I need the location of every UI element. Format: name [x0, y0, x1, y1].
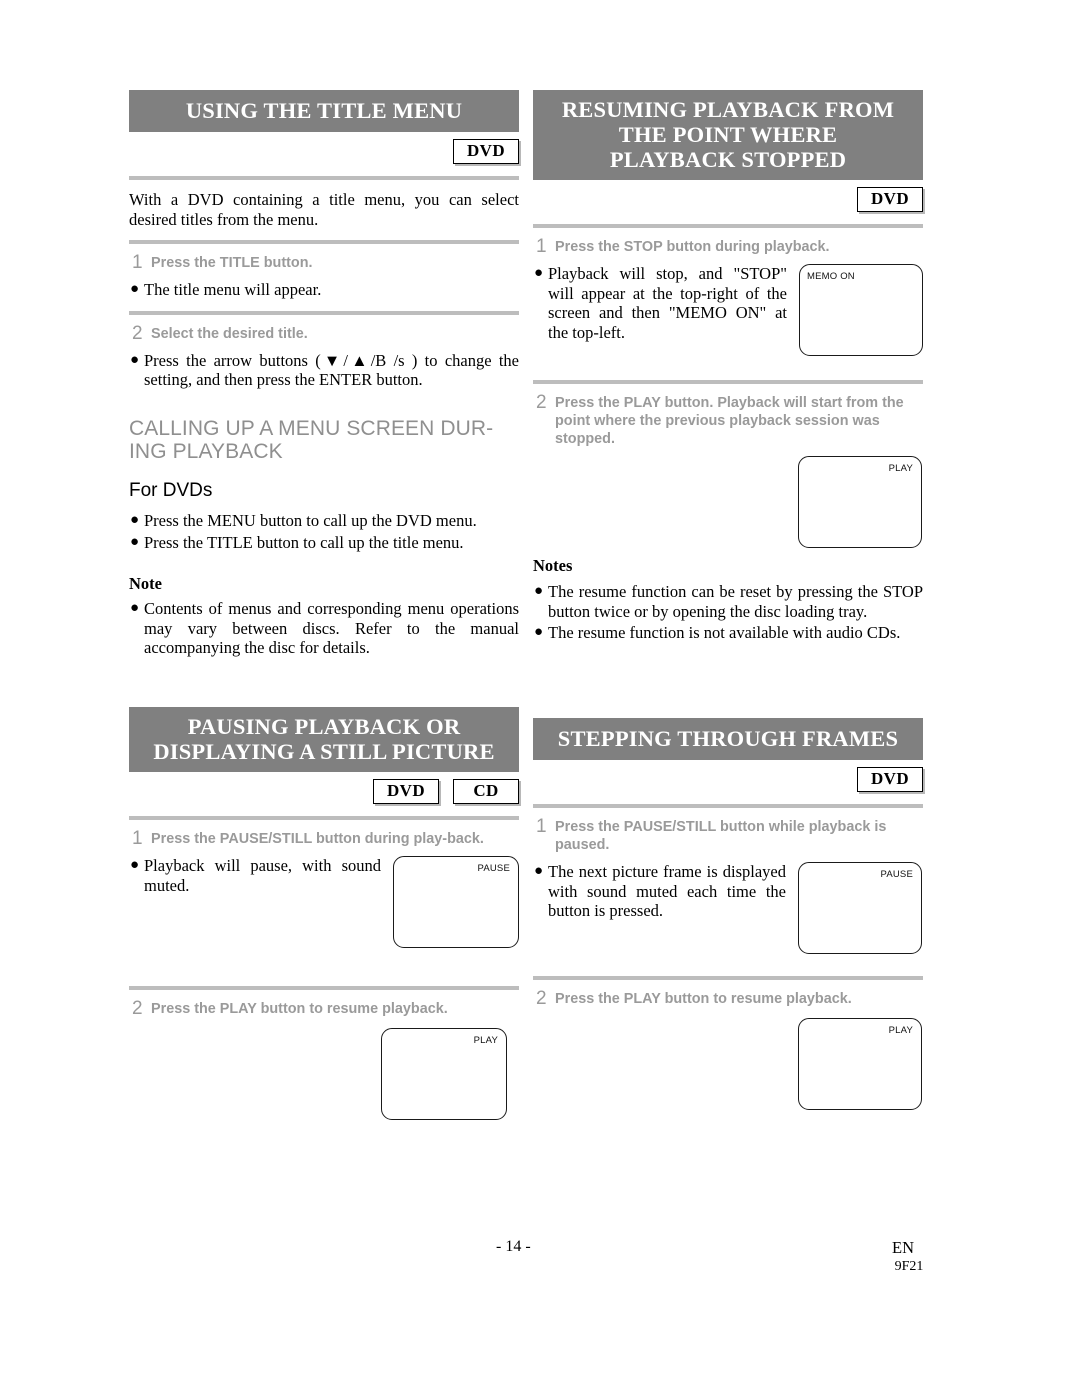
section-heading-pausing: PAUSING PLAYBACK OR DISPLAYING A STILL P… — [129, 707, 519, 772]
badge-dvd: DVD — [373, 779, 439, 804]
step-1-stepping-body: PAUSE ● The next picture frame is displa… — [533, 862, 923, 954]
language-code: EN — [892, 1238, 914, 1257]
bullet-dot: ● — [534, 583, 544, 599]
bullet-item: ● The resume function is not available w… — [534, 623, 901, 642]
step-2-resuming-body: PLAY — [533, 456, 923, 548]
bullet-item: ● Contents of menus and corresponding me… — [130, 599, 519, 657]
tv-screen-label: PAUSE — [477, 863, 510, 874]
section-pausing-playback: PAUSING PLAYBACK OR DISPLAYING A STILL P… — [129, 707, 519, 1120]
badge-row-resuming: DVD — [533, 187, 923, 213]
step-number: 2 — [132, 998, 143, 1019]
badge-dvd: DVD — [453, 139, 519, 164]
divider — [533, 224, 923, 228]
page-number: - 14 - — [496, 1238, 531, 1255]
manual-page: USING THE TITLE MENU DVD With a DVD cont… — [0, 0, 1080, 1397]
step-text: Press the STOP button during playback. — [555, 239, 830, 255]
bullet-item: ● The title menu will appear. — [130, 280, 322, 299]
divider — [129, 176, 519, 180]
part-number: 9F21 — [894, 1259, 924, 1274]
bullet-dot: ● — [130, 600, 140, 616]
step-number: 1 — [132, 828, 143, 849]
badge-row-title-menu: DVD — [129, 139, 519, 165]
section-heading-stepping: STEPPING THROUGH FRAMES — [533, 718, 923, 760]
step-1-stepping: 1 Press the PAUSE/STILL button while pla… — [533, 816, 923, 854]
bullet-item: ● Press the MENU button to call up the D… — [130, 511, 477, 530]
bullet-dot: ● — [130, 351, 140, 368]
tv-screen-illustration-memo-on: MEMO ON — [799, 264, 923, 356]
notes-label: Notes — [533, 556, 573, 575]
badge-row-pausing: DVD CD — [129, 779, 519, 805]
bullet-item: ● The resume function can be reset by pr… — [534, 582, 923, 621]
step-number: 2 — [132, 322, 143, 344]
divider — [129, 240, 519, 244]
divider — [129, 816, 519, 820]
step-text: Select the desired title. — [151, 325, 308, 342]
step-text: Press the PLAY button to resume playback… — [151, 1001, 448, 1017]
section-using-the-title-menu: USING THE TITLE MENU DVD With a DVD cont… — [129, 90, 519, 390]
tv-screen-label: PLAY — [473, 1035, 498, 1046]
tv-screen-illustration-pause: PAUSE — [798, 862, 922, 954]
step-2-resuming: 2 Press the PLAY button. Playback will s… — [533, 392, 923, 448]
bullet-item: ● Playback will stop, and "STOP" will ap… — [534, 264, 787, 342]
bullet-dot: ● — [534, 265, 544, 281]
badge-dvd: DVD — [857, 187, 923, 212]
bullet-dot: ● — [130, 533, 140, 550]
subsection-heading: CALLING UP A MENU SCREEN DUR- ING PLAYBA… — [129, 417, 494, 463]
bullet-item: ● The next picture frame is displayed wi… — [534, 862, 786, 920]
step-1-title-menu: 1 Press the TITLE button. — [129, 252, 519, 273]
note-label: Note — [129, 574, 162, 593]
bullet-item: ● Press the TITLE button to call up the … — [130, 532, 464, 552]
divider — [129, 986, 519, 990]
badge-row-stepping: DVD — [533, 767, 923, 793]
section-calling-up-menu-screen: CALLING UP A MENU SCREEN DUR- ING PLAYBA… — [129, 417, 519, 658]
step-text: Press the PAUSE/STILL button during play… — [151, 831, 484, 847]
step-number: 1 — [132, 252, 143, 273]
intro-paragraph: With a DVD containing a title menu, you … — [129, 190, 519, 229]
tv-screen-label: PAUSE — [880, 869, 913, 880]
badge-cd: CD — [453, 779, 519, 804]
step-1-resuming-body: MEMO ON ● Playback will stop, and "STOP"… — [533, 264, 923, 356]
step-2-pausing: 2 Press the PLAY button to resume playba… — [129, 998, 519, 1019]
step-2-pausing-body: PLAY — [129, 1028, 519, 1120]
tv-screen-illustration-play: PLAY — [798, 456, 922, 548]
tv-screen-label: PLAY — [888, 463, 913, 474]
step-number: 1 — [536, 816, 547, 837]
tv-screen-illustration-play: PLAY — [381, 1028, 507, 1120]
step-text: Press the PLAY button. Playback will sta… — [555, 395, 904, 447]
bullet-dot: ● — [130, 857, 140, 873]
divider — [129, 310, 519, 315]
section-heading-resuming: RESUMING PLAYBACK FROM THE POINT WHERE P… — [533, 90, 923, 180]
step-text: Press the TITLE button. — [151, 255, 313, 271]
step-2-stepping: 2 Press the PLAY button to resume playba… — [533, 988, 923, 1009]
section-heading-title-menu: USING THE TITLE MENU — [129, 90, 519, 132]
subsection-subheading-for-dvds: For DVDs — [129, 480, 213, 501]
bullet-dot: ● — [130, 512, 140, 528]
step-1-resuming: 1 Press the STOP button during playback. — [533, 236, 923, 257]
bullet-dot: ● — [534, 624, 544, 640]
tv-screen-illustration-pause: PAUSE — [393, 856, 519, 948]
bullet-item: ● Press the arrow buttons (▼/▲/B /s ) to… — [130, 350, 519, 390]
step-1-pausing-body: PAUSE ● Playback will pause, with sound … — [129, 856, 519, 948]
bullet-item: ● Playback will pause, with sound muted. — [130, 856, 381, 895]
tv-screen-illustration-play: PLAY — [798, 1018, 922, 1110]
tv-screen-label: MEMO ON — [807, 271, 855, 282]
bullet-dot: ● — [534, 863, 544, 879]
section-stepping-through-frames: STEPPING THROUGH FRAMES DVD 1 Press the … — [533, 718, 923, 1110]
step-text: Press the PLAY button to resume playback… — [555, 991, 852, 1007]
divider — [533, 380, 923, 384]
step-2-title-menu: 2 Select the desired title. — [129, 322, 519, 344]
step-number: 2 — [536, 988, 547, 1009]
bullet-dot: ● — [130, 281, 140, 297]
section-resuming-playback: RESUMING PLAYBACK FROM THE POINT WHERE P… — [533, 90, 923, 643]
step-number: 2 — [536, 392, 547, 413]
badge-dvd: DVD — [857, 767, 923, 792]
step-1-pausing: 1 Press the PAUSE/STILL button during pl… — [129, 828, 519, 849]
tv-screen-label: PLAY — [888, 1025, 913, 1036]
divider — [533, 976, 923, 980]
step-2-stepping-body: PLAY — [533, 1018, 923, 1110]
step-text: Press the PAUSE/STILL button while playb… — [555, 819, 887, 853]
step-number: 1 — [536, 236, 547, 257]
divider — [533, 804, 923, 808]
